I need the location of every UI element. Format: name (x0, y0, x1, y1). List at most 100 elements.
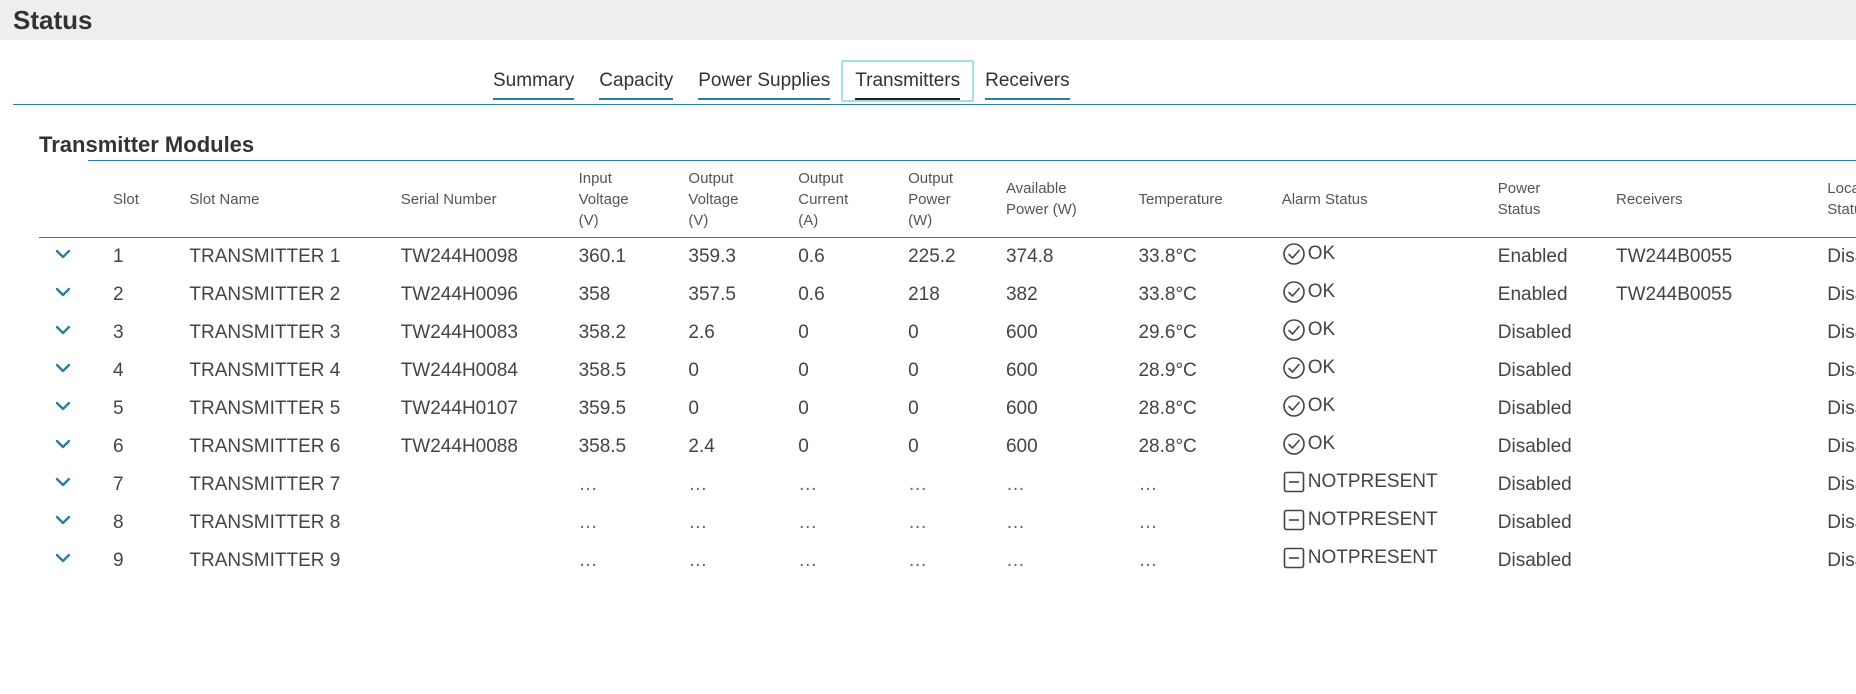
table-body: 1 TRANSMITTER 1 TW244H0098 360.1 359.3 0.6 225… (39, 238, 1856, 581)
cell-out-w: 0 (908, 360, 919, 381)
cell-avail-w: 600 (1005, 322, 1038, 343)
chevron-down-icon[interactable] (53, 358, 73, 378)
check-circle-icon (1282, 394, 1308, 418)
cell-local: Disa (1827, 322, 1856, 343)
tab-bar: Summary Capacity Power Supplies Transmitter… (13, 60, 1856, 105)
chevron-down-icon[interactable] (53, 434, 73, 454)
table-row: 3 TRANSMITTER 3 TW244H0083 358.2 2.6 0 0 600 29.… (39, 314, 1856, 352)
chevron-down-icon[interactable] (53, 282, 73, 302)
cell-local: Disa (1827, 246, 1856, 267)
check-circle-icon (1282, 242, 1308, 266)
cell-slot: 3 (113, 322, 124, 343)
cell-slot: 1 (113, 246, 124, 267)
cell-receivers (1616, 428, 1827, 466)
tab-label: Summary (493, 70, 575, 100)
cell-receivers (1616, 390, 1827, 428)
cell-in-v: 359.5 (578, 398, 627, 419)
cell-power: Disabled (1497, 398, 1572, 419)
check-circle-icon (1282, 318, 1308, 342)
cell-in-v: 360.1 (578, 246, 627, 267)
tab-capacity[interactable]: Capacity (599, 60, 674, 100)
tab-transmitters[interactable]: Transmitters (841, 60, 975, 102)
tab-label: Transmitters (855, 70, 961, 100)
cell-receivers (1616, 466, 1827, 504)
cell-slot-name: TRANSMITTER 5 (189, 398, 341, 419)
cell-serial (401, 466, 579, 504)
cell-serial (401, 542, 579, 580)
cell-out-a: 0 (798, 398, 809, 419)
cell-out-a: … (798, 550, 818, 571)
cell-avail-w: … (1005, 474, 1025, 495)
chevron-down-icon[interactable] (53, 396, 73, 416)
cell-local: Disa (1827, 398, 1856, 419)
cell-alarm: OK (1282, 390, 1498, 428)
cell-receivers (1616, 314, 1827, 352)
tab-summary[interactable]: Summary (493, 60, 575, 100)
alarm-status: OK (1282, 242, 1335, 266)
cell-power: Enabled (1497, 246, 1568, 267)
cell-slot-name: TRANSMITTER 3 (189, 322, 341, 343)
cell-out-w: 0 (908, 322, 919, 343)
expand-cell (39, 314, 113, 352)
page-title: Status (13, 4, 93, 35)
column-header-avail-w: Available Power (W) (1005, 161, 1139, 238)
cell-in-v: … (578, 550, 598, 571)
chevron-down-icon[interactable] (53, 320, 73, 340)
expand-cell (39, 390, 113, 428)
alarm-status-label: OK (1307, 243, 1336, 264)
cell-temp: … (1138, 474, 1158, 495)
cell-alarm: OK (1282, 276, 1498, 314)
cell-out-v: 2.6 (688, 322, 715, 343)
cell-serial: TW244H0088 (400, 436, 518, 457)
cell-temp: 28.9°C (1138, 360, 1197, 381)
cell-power: Disabled (1497, 436, 1572, 457)
cell-out-v: … (688, 474, 708, 495)
cell-in-v: 358.5 (578, 360, 627, 381)
expand-cell (39, 542, 113, 580)
cell-out-v: 0 (688, 398, 699, 419)
expand-cell (39, 428, 113, 466)
cell-out-a: 0 (798, 436, 809, 457)
chevron-down-icon[interactable] (53, 244, 73, 264)
alarm-status: OK (1282, 432, 1335, 456)
table-row: 1 TRANSMITTER 1 TW244H0098 360.1 359.3 0.6 225… (39, 238, 1856, 277)
cell-temp: 29.6°C (1138, 322, 1197, 343)
cell-slot-name: TRANSMITTER 6 (189, 436, 341, 457)
cell-slot-name: TRANSMITTER 9 (189, 550, 341, 571)
column-header-out-a: Output Current (A) (798, 161, 909, 238)
cell-alarm: OK (1282, 428, 1498, 466)
chevron-down-icon[interactable] (53, 510, 73, 530)
chevron-down-icon[interactable] (53, 472, 73, 492)
cell-out-v: … (688, 512, 708, 533)
tab-receivers[interactable]: Receivers (985, 60, 1070, 100)
cell-in-v: … (578, 512, 598, 533)
cell-avail-w: 374.8 (1005, 246, 1054, 267)
tab-power-supplies[interactable]: Power Supplies (698, 60, 831, 100)
cell-out-w: 218 (908, 284, 940, 305)
cell-power: Enabled (1497, 284, 1568, 305)
column-header-alarm: Alarm Status (1281, 161, 1498, 238)
section-title: Transmitter Modules (39, 132, 255, 157)
cell-power: Disabled (1497, 550, 1572, 571)
transmitter-modules-table: Slot Slot Name Serial Number Input Voltage … (39, 161, 1856, 580)
cell-slot: 7 (113, 474, 124, 495)
cell-out-a: 0 (798, 360, 809, 381)
cell-out-w: 225.2 (908, 246, 956, 267)
cell-receivers: TW244B0055 (1615, 284, 1733, 305)
table-header-row: Slot Slot Name Serial Number Input Voltage … (39, 161, 1856, 238)
minus-square-icon (1282, 470, 1308, 494)
expand-cell (39, 238, 113, 277)
cell-temp: 28.8°C (1138, 436, 1197, 457)
cell-out-w: … (908, 512, 928, 533)
cell-in-v: 358.5 (578, 436, 627, 457)
cell-slot-name: TRANSMITTER 7 (189, 474, 341, 495)
cell-avail-w: 600 (1005, 436, 1038, 457)
chevron-down-icon[interactable] (53, 548, 73, 568)
cell-power: Disabled (1497, 512, 1572, 533)
cell-receivers: TW244B0055 (1615, 246, 1733, 267)
cell-out-w: 0 (908, 436, 919, 457)
alarm-status-label: NOTPRESENT (1307, 509, 1438, 530)
cell-out-a: 0.6 (798, 284, 825, 305)
check-circle-icon (1282, 432, 1308, 456)
cell-in-v: 358 (578, 284, 611, 305)
